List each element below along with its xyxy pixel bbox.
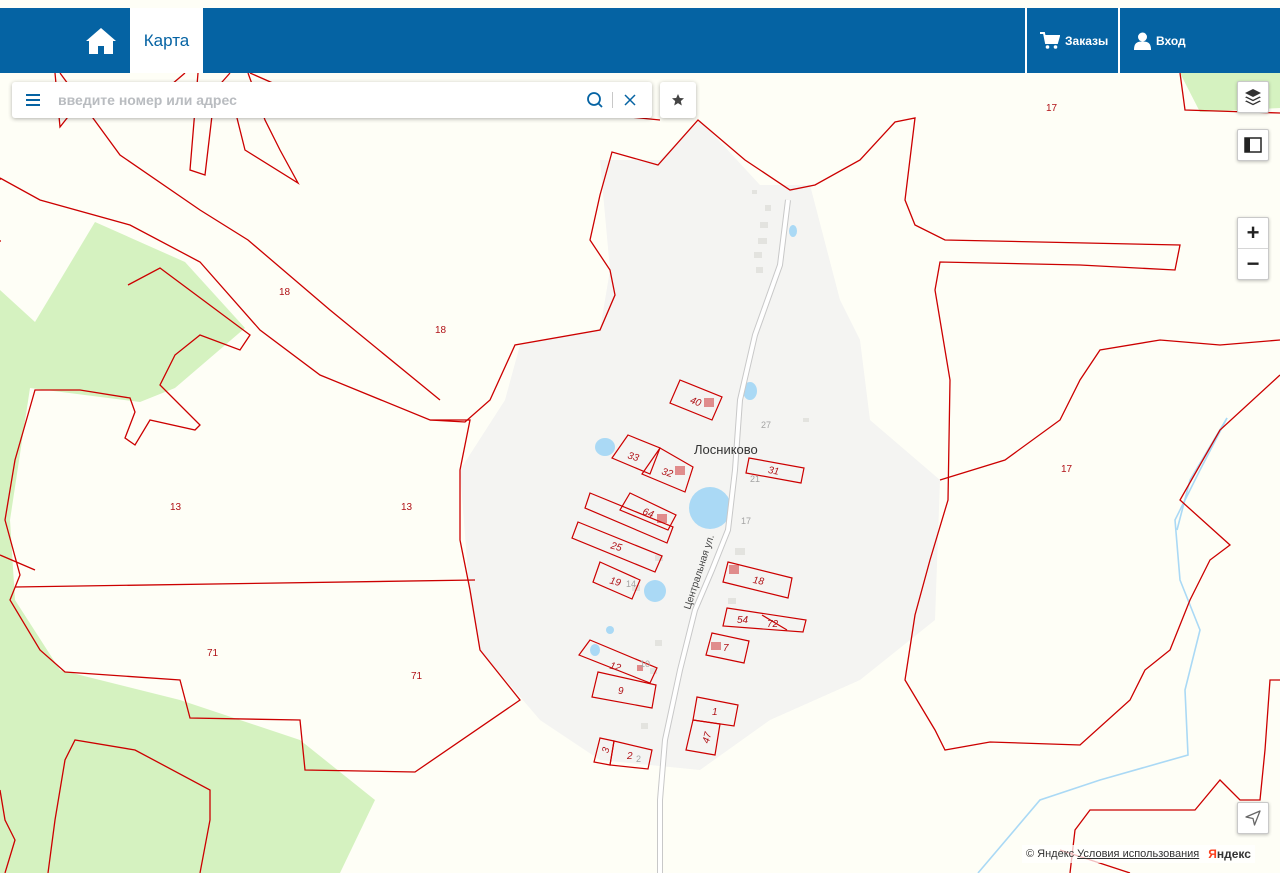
zone-label: 13 [401, 502, 413, 513]
terms-link[interactable]: Условия использования [1077, 848, 1199, 860]
lot-label: 9 [618, 686, 624, 697]
rivers [977, 417, 1228, 873]
map-layer: 17 17 18 18 13 13 71 71 40 33 32 31 64 2… [0, 72, 1280, 873]
cart-icon [1040, 31, 1060, 49]
house-number: 17 [741, 516, 751, 526]
zone-label: 17 [1061, 464, 1073, 475]
house-number: 27 [761, 420, 771, 430]
map-canvas[interactable]: 17 17 18 18 13 13 71 71 40 33 32 31 64 2… [0, 0, 1280, 873]
zone-label: 17 [1046, 103, 1058, 114]
ruler-icon [1244, 137, 1262, 153]
layers-icon [1245, 89, 1261, 106]
close-icon [624, 94, 636, 106]
menu-button[interactable] [12, 82, 54, 118]
zone-label: 13 [170, 502, 182, 513]
orders-button[interactable]: Заказы [1040, 8, 1108, 73]
map-attribution: © Яндекс Условия использования Яндекс [1022, 845, 1255, 863]
copyright-text: © Яндекс [1026, 848, 1075, 860]
home-icon [86, 27, 116, 54]
house-number: 21 [750, 474, 760, 484]
ruler-button[interactable] [1237, 129, 1269, 161]
search-button[interactable] [585, 90, 605, 110]
login-label: Вход [1156, 33, 1186, 48]
house-number: 2 [636, 754, 641, 764]
lot-label: 1 [712, 707, 718, 718]
locate-button[interactable] [1237, 802, 1269, 834]
home-button[interactable] [78, 8, 124, 73]
zoom-control: + − [1237, 217, 1269, 280]
orders-label: Заказы [1065, 33, 1109, 48]
lot-label: 72 [767, 619, 779, 630]
yandex-logo[interactable]: Яндекс [1208, 847, 1251, 861]
search-bar [12, 82, 652, 118]
zone-label: 18 [279, 287, 291, 298]
tab-map[interactable]: Карта [130, 8, 203, 73]
house-number: 14 [626, 579, 636, 589]
hamburger-icon [26, 94, 40, 106]
user-icon [1134, 32, 1151, 50]
search-input[interactable] [56, 86, 576, 114]
lot-label: 54 [737, 615, 749, 626]
login-button[interactable]: Вход [1134, 8, 1186, 73]
clear-search-button[interactable] [620, 90, 640, 110]
search-icon [587, 92, 603, 108]
lot-label: 31 [767, 465, 780, 478]
village-label: Лосниково [694, 442, 758, 457]
header-divider [1025, 8, 1027, 73]
lot-label: 7 [723, 643, 729, 654]
layers-button[interactable] [1237, 81, 1269, 113]
search-divider [612, 92, 613, 108]
zone-label: 71 [207, 648, 219, 659]
house-number: 10 [640, 659, 650, 669]
yandex-logo-rest: ндекс [1216, 847, 1251, 861]
tab-map-label: Карта [143, 30, 190, 50]
zoom-in-button[interactable]: + [1238, 218, 1268, 248]
zone-label: 71 [411, 671, 423, 682]
zoom-out-button[interactable]: − [1238, 249, 1268, 279]
header-divider [1118, 8, 1120, 73]
star-icon [672, 94, 684, 106]
navigation-arrow-icon [1245, 810, 1261, 826]
yandex-logo-first-letter: Я [1208, 847, 1217, 861]
top-navigation-bar: Карта Заказы Вход [0, 8, 1280, 73]
lot-label: 2 [626, 751, 633, 762]
favorites-button[interactable] [660, 82, 696, 118]
zone-label: 18 [435, 325, 447, 336]
